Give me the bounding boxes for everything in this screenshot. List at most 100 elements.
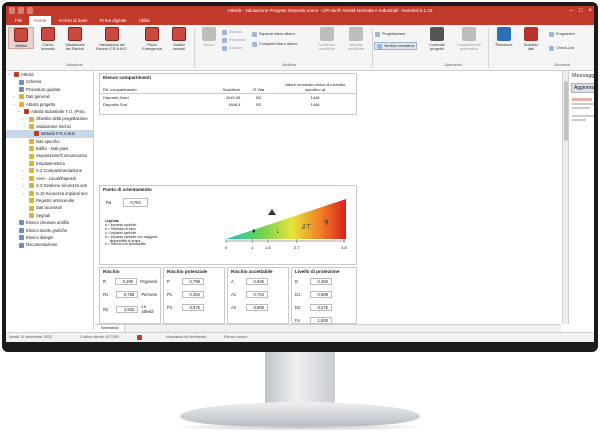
elimina-button[interactable]: Elimina <box>222 29 241 35</box>
tab-firma-digitale[interactable]: Firma digitale <box>95 16 132 25</box>
tree-expander-icon[interactable]: › <box>23 175 27 182</box>
tab-utilita[interactable]: Utilità <box>134 16 155 25</box>
tree-item[interactable]: Dati accessori <box>6 204 93 211</box>
tree-item[interactable]: Registro antincendio <box>6 197 93 204</box>
value-row: D 0,250 <box>292 275 356 288</box>
aggiorna-button[interactable]: Aggiorna <box>571 83 594 93</box>
tree-item[interactable]: Segnali <box>6 212 93 219</box>
protezione-panel: Livello di protezione D 0,250 D1 0,888 D2 0,2… <box>291 267 357 324</box>
tab-archivi-di-base[interactable]: Archivi di base <box>53 16 92 25</box>
tree-item[interactable]: Procedura guidata <box>6 86 93 93</box>
tree-item[interactable]: Dati specifici <box>6 138 93 145</box>
marker-b: ↓ <box>276 227 280 235</box>
tree-item[interactable]: Schema <box>6 78 93 85</box>
status-tab-elenco-norme[interactable]: Elenco norme <box>224 333 247 342</box>
inspect-icon <box>430 27 444 41</box>
tree-item[interactable]: › Aree - Locali/Depositi <box>6 175 93 182</box>
tab-home[interactable]: Home <box>29 16 52 25</box>
minimize-icon[interactable]: – <box>570 6 573 16</box>
tree-expander-icon[interactable]: › <box>23 182 27 189</box>
tree-expander-icon[interactable]: › <box>23 190 27 197</box>
analisi-scenari-button[interactable]: Analisi scenari <box>166 27 192 51</box>
tree-item-label: S.10 Sicurezza impianti tecr <box>36 190 88 196</box>
tree-node-icon <box>24 109 29 115</box>
tree-item-label: Separazione/Comunicazion <box>36 153 88 159</box>
tab-normativa[interactable]: Normativa <box>95 325 126 332</box>
tree-item[interactable]: Edifici - Dati piani <box>6 145 93 152</box>
carico-incendio-button[interactable]: Carico Incendio <box>35 27 61 51</box>
status-date: lunedì 11 settembre 2023 <box>9 335 52 339</box>
tree-node-icon <box>19 242 24 248</box>
tree-item[interactable]: Elenco tavole grafiche <box>6 227 93 234</box>
group-separator <box>194 28 195 68</box>
relazione-button[interactable]: Relazione <box>491 27 517 47</box>
tree-expander-icon[interactable]: − <box>23 123 27 130</box>
tree-expander-icon[interactable]: › <box>13 93 17 100</box>
piano-emergenza-button[interactable]: Piano Emergenza <box>139 27 165 51</box>
tree-item[interactable]: − Valutazione rischio <box>6 123 93 130</box>
ra-value: 0,792 <box>123 198 148 207</box>
progettazione-button[interactable]: Progettazione <box>375 31 405 37</box>
value-key: D1 <box>295 292 301 297</box>
checklist-button[interactable]: Check-List <box>549 45 574 51</box>
group-label-modifica: Modifica <box>282 63 297 67</box>
tree-node-icon <box>29 205 34 211</box>
table-row[interactable]: Deposito Nord 2043,35 B2 1448 <box>100 94 356 102</box>
tree-node-icon <box>29 153 34 159</box>
group-label-strumenti: Strumenti <box>554 63 571 67</box>
save-icon[interactable] <box>18 7 24 14</box>
nuovo-button[interactable]: Nuovo <box>196 27 222 47</box>
status-tab-normativa-rif[interactable]: Normativa di riferimento <box>166 333 206 342</box>
valutazione-rischio-button[interactable]: Valutazione del Rischio <box>62 27 88 51</box>
tree-item[interactable]: − Attività <box>6 71 93 78</box>
tree-item[interactable]: Elenco chiusure antifilo <box>6 219 93 226</box>
tree-item[interactable]: Emplanimetrica <box>6 160 93 167</box>
controlla-progetto-button[interactable]: Controlla progetto <box>424 27 450 51</box>
composizione-automatica-button[interactable]: Composizione automatica <box>453 27 485 51</box>
tree-expander-icon[interactable]: › <box>23 115 27 122</box>
programmi-button[interactable]: Programmi <box>549 31 575 37</box>
tree-item[interactable]: › S.2 Compartimentazione <box>6 167 93 174</box>
attivita-button[interactable]: Attività <box>8 27 34 50</box>
maximize-icon[interactable]: □ <box>579 6 583 16</box>
close-icon[interactable]: × <box>588 6 592 16</box>
tree-expander-icon[interactable]: − <box>18 108 22 115</box>
table-cell: B2 <box>256 95 262 100</box>
tree-item-label: Emplanimetrica <box>36 160 65 166</box>
tree-node-icon <box>29 116 34 122</box>
tree-expander-icon[interactable]: › <box>23 167 27 174</box>
rischio-panel: Rischio R 3,196 Proprietà R1 0,755 Persone R2 2… <box>99 267 161 324</box>
tab-file[interactable]: File <box>10 16 27 25</box>
tree-item[interactable]: Metodo F.R.A.M.E. <box>6 130 93 138</box>
legend-line: e = Rischio non ammissibile <box>105 242 146 247</box>
verifica-normativa-button[interactable]: Verifica normativa <box>374 42 418 50</box>
value-field: 1,000 <box>310 317 332 324</box>
tree-item[interactable]: − Attività progetto <box>6 101 93 108</box>
tree-item[interactable]: Documentazione <box>6 241 93 248</box>
tree-item-label: Procedura guidata <box>26 86 61 92</box>
table-cell: 1846,4 <box>228 102 241 107</box>
espandi-albero-button[interactable]: Espandi intero albero <box>252 31 295 37</box>
tree-item[interactable]: Separazione/Comunicazion <box>6 152 93 159</box>
tree-item[interactable]: Elenco disegni <box>6 234 93 241</box>
marker-c: ∂⊤ <box>302 223 312 231</box>
comprimi-albero-button[interactable]: Comprimi intero albero <box>252 41 297 47</box>
tree-item[interactable]: − Attività Industriale 7 t.l. (Princ <box>6 108 93 115</box>
monitor-stand-base <box>180 402 420 426</box>
tree-item[interactable]: › Dati generali <box>6 93 93 100</box>
value-row: A2 0,858 <box>228 301 288 314</box>
tree-expander-icon[interactable]: − <box>13 101 17 108</box>
annulla-modifiche-button[interactable]: Annulla modifiche <box>342 27 370 51</box>
tree-expander-icon[interactable]: − <box>8 71 12 78</box>
tree-item[interactable]: › S.10 Sicurezza impianti tecr <box>6 190 93 197</box>
tree-item[interactable]: › S.3 Gestione sicurezza anti <box>6 182 93 189</box>
valutazione-frame-button[interactable]: Valutazione del Rischio F.R.A.M.E. <box>92 27 132 51</box>
tree-item[interactable]: › Obiettivi della progettazione <box>6 115 93 122</box>
rinomina-button[interactable]: Rinomina <box>222 37 245 43</box>
table-row[interactable]: Deposito Sud 1846,4 B2 1448 <box>100 101 356 108</box>
undo-icon[interactable] <box>27 7 33 14</box>
conferma-modifiche-button[interactable]: Conferma modifiche <box>313 27 341 51</box>
scambio-dati-button[interactable]: Scambio dati <box>518 27 544 51</box>
duplica-button[interactable]: Duplica <box>222 45 242 51</box>
tree-item-label: Elenco disegni <box>26 234 54 240</box>
